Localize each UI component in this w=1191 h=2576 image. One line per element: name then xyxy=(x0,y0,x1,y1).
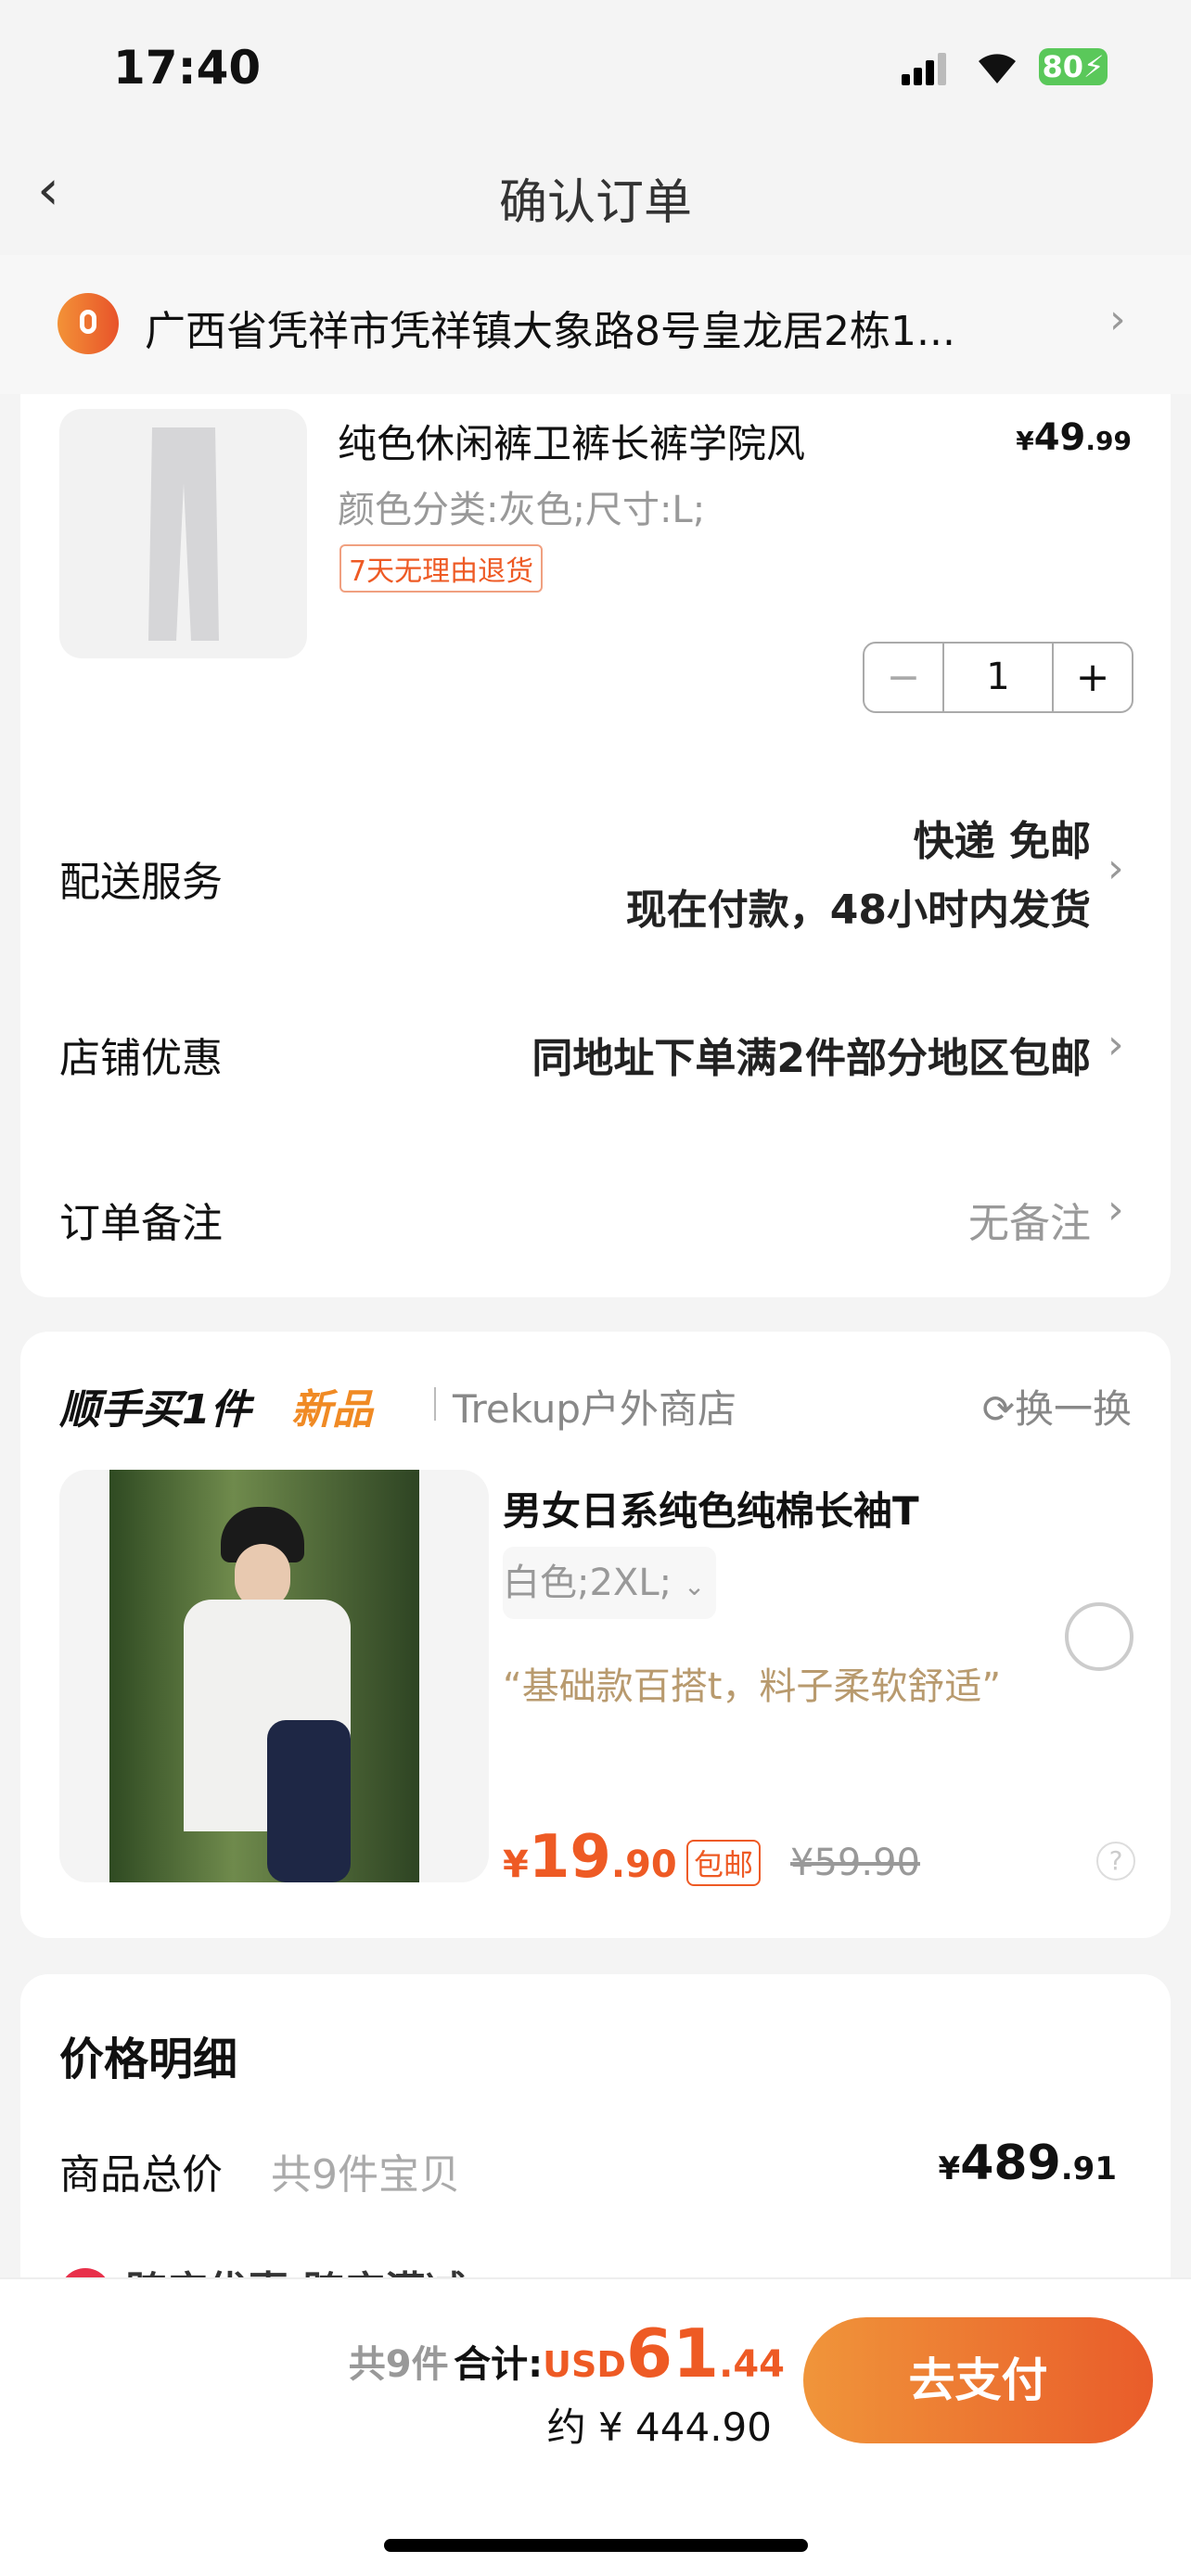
delivery-label: 配送服务 xyxy=(59,859,223,906)
swap-label: 换一换 xyxy=(1014,1386,1132,1432)
chevron-right-icon: › xyxy=(1108,845,1124,892)
checkout-bar: 共9件 合计:USD61.44 约 ¥ 444.90 去支付 xyxy=(0,2277,1191,2576)
addon-item-title[interactable]: 男女日系纯色纯棉长袖T xyxy=(503,1480,919,1537)
addon-select-radio[interactable] xyxy=(1065,1602,1133,1671)
increase-button[interactable]: + xyxy=(1052,644,1132,711)
swap-button[interactable]: ⟳换一换 xyxy=(982,1378,1132,1435)
price-dec: .91 xyxy=(1060,2150,1117,2187)
address-bar[interactable]: 广西省凭祥市凭祥镇大象路8号皇龙居2栋1... › xyxy=(0,255,1191,394)
product-title[interactable]: 纯色休闲裤卫裤长裤学院风 xyxy=(338,413,805,469)
price-symbol: ¥ xyxy=(503,1843,529,1886)
battery-icon: 80⚡ xyxy=(1039,48,1108,85)
addon-spec: 白色;2XL; xyxy=(503,1562,672,1604)
battery-level: 80 xyxy=(1042,49,1084,84)
status-time: 17:40 xyxy=(113,41,262,95)
order-card: 纯色休闲裤卫裤长裤学院风 ¥49.99 颜色分类:灰色;尺寸:L; 7天无理由退… xyxy=(20,394,1171,1297)
chevron-right-icon: › xyxy=(1109,296,1126,343)
approx-cny: 约 ¥ 444.90 xyxy=(546,2404,772,2450)
price-dec: .90 xyxy=(610,1843,677,1886)
chevron-down-icon: ⌄ xyxy=(683,1571,706,1601)
total-label: 商品总价 xyxy=(59,2151,223,2199)
shop-name[interactable]: Trekup户外商店 xyxy=(453,1378,736,1435)
quantity-stepper[interactable]: − 1 + xyxy=(863,642,1133,713)
total-count: 共9件宝贝 xyxy=(271,2151,460,2199)
free-shipping-tag: 包邮 xyxy=(686,1840,762,1886)
refresh-icon: ⟳ xyxy=(981,1386,1015,1432)
order-total: 共9件 合计:USD61.44 xyxy=(349,2315,785,2392)
product-price: ¥49.99 xyxy=(1016,416,1132,459)
price-symbol: ¥ xyxy=(938,2150,961,2187)
currency: USD xyxy=(543,2344,626,2385)
addon-quote: “基础款百搭t，料子柔软舒适” xyxy=(503,1665,1002,1708)
sum-label: 合计: xyxy=(454,2343,544,2386)
new-badge: 新品 xyxy=(291,1386,373,1434)
home-indicator xyxy=(384,2539,808,2552)
price-dec: .99 xyxy=(1085,426,1132,456)
price-symbol: ¥ xyxy=(1016,426,1034,456)
note-label: 订单备注 xyxy=(59,1200,223,1247)
promo-value: 同地址下单满2件部分地区包邮 xyxy=(531,1035,1091,1082)
address-text: 广西省凭祥市凭祥镇大象路8号皇龙居2栋1... xyxy=(145,308,955,355)
product-image[interactable] xyxy=(59,409,307,658)
divider xyxy=(434,1387,436,1421)
signal-icon xyxy=(902,52,954,85)
product-spec[interactable]: 颜色分类:灰色;尺寸:L; xyxy=(338,479,705,533)
quantity-value[interactable]: 1 xyxy=(944,644,1052,711)
location-pin-icon xyxy=(58,293,119,354)
addon-image[interactable] xyxy=(59,1470,489,1882)
chevron-right-icon: › xyxy=(1108,1021,1124,1068)
chevron-right-icon: › xyxy=(1108,1186,1124,1233)
return-policy-tag: 7天无理由退货 xyxy=(339,544,544,593)
wifi-icon xyxy=(974,48,1020,95)
page-title: 确认订单 xyxy=(498,175,692,231)
price-int: 19 xyxy=(528,1823,611,1892)
original-price: ¥59.90 xyxy=(790,1842,920,1884)
total-price: ¥489.91 xyxy=(939,2136,1117,2191)
item-count: 共9件 xyxy=(348,2343,449,2386)
price-detail-title: 价格明细 xyxy=(59,2034,238,2085)
delivery-line1: 快递 免邮 xyxy=(913,818,1091,865)
addon-price: ¥19.90 xyxy=(503,1823,677,1892)
delivery-line2: 现在付款，48小时内发货 xyxy=(625,886,1091,934)
decrease-button[interactable]: − xyxy=(864,644,944,711)
note-value: 无备注 xyxy=(968,1200,1091,1247)
price-int: 49 xyxy=(1033,416,1086,459)
addon-spec-select[interactable]: 白色;2XL; ⌄ xyxy=(503,1547,717,1619)
pay-button[interactable]: 去支付 xyxy=(803,2317,1153,2443)
help-icon[interactable]: ? xyxy=(1096,1842,1135,1881)
price-int: 489 xyxy=(960,2136,1061,2191)
promo-label: 店铺优惠 xyxy=(59,1035,223,1082)
addon-card: 顺手买1件 新品 Trekup户外商店 ⟳换一换 男女日系纯色纯棉长袖T 白色;… xyxy=(20,1332,1171,1938)
amount-dec: .44 xyxy=(719,2343,785,2386)
amount-int: 61 xyxy=(625,2315,720,2392)
addon-title: 顺手买1件 xyxy=(59,1386,251,1434)
